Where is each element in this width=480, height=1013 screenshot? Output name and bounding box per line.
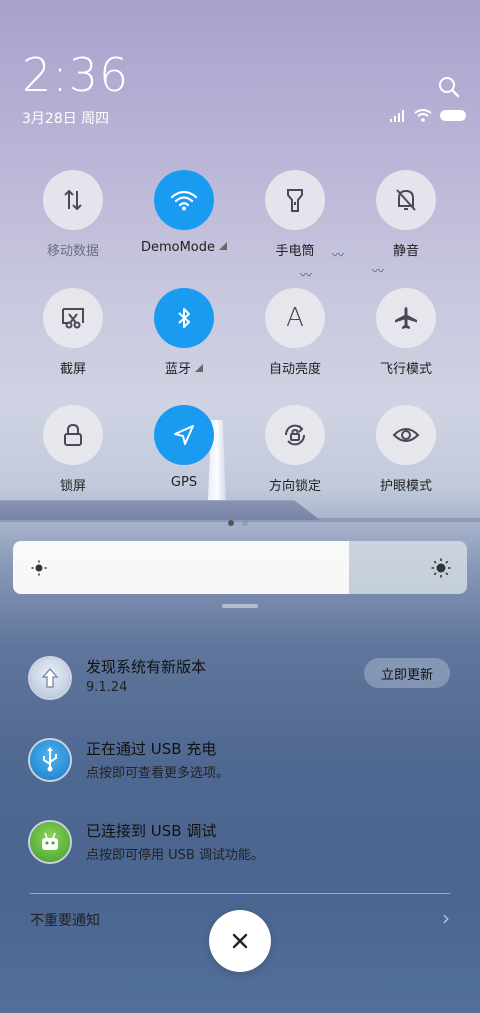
pier-scenery	[0, 500, 320, 520]
toggle-circle[interactable]	[376, 288, 436, 348]
date-text: 3月28日 周四	[22, 111, 110, 127]
toggle-circle[interactable]	[154, 405, 214, 465]
page-dot-active	[228, 520, 234, 526]
toggle-auto-brightness[interactable]: A 自动亮度	[240, 288, 350, 377]
toggle-location[interactable]: GPS	[129, 405, 239, 490]
toggle-eye[interactable]: 护眼模式	[351, 405, 461, 494]
search-icon[interactable]	[438, 76, 460, 98]
toggle-circle[interactable]	[265, 405, 325, 465]
toggle-label: 静音	[392, 244, 419, 259]
notification-subtitle: 点按即可停用 USB 调试功能。	[86, 848, 264, 863]
brightness-high-icon	[431, 541, 451, 594]
toggle-label: 蓝牙	[129, 358, 239, 377]
auto-brightness-icon: A	[286, 303, 304, 333]
toggle-label: 护眼模式	[379, 479, 432, 494]
clear-all-button[interactable]	[209, 910, 271, 972]
toggle-label: 手电筒	[275, 244, 315, 259]
expand-caret-icon[interactable]	[219, 242, 228, 250]
lock-icon	[62, 423, 84, 447]
mobile-data-icon	[62, 188, 84, 212]
toggle-label: 截屏	[59, 362, 86, 377]
divider	[30, 893, 450, 894]
notification-title: 已连接到 USB 调试	[86, 822, 217, 840]
toggle-label: DemoMode	[129, 240, 239, 255]
toggle-label: 自动亮度	[268, 362, 321, 377]
mute-bell-icon	[394, 187, 418, 213]
brightness-slider[interactable]	[13, 541, 467, 594]
android-icon	[30, 822, 70, 862]
toggle-circle[interactable]	[376, 405, 436, 465]
wifi-status-icon	[414, 109, 432, 122]
toggle-bluetooth[interactable]: 蓝牙	[129, 288, 239, 377]
signal-icon	[390, 109, 404, 122]
screenshot-icon	[60, 306, 86, 330]
toggle-circle[interactable]	[265, 170, 325, 230]
update-arrow-icon	[30, 658, 70, 698]
toggle-lock[interactable]: 锁屏	[18, 405, 128, 494]
toggle-circle[interactable]	[43, 288, 103, 348]
toggle-flashlight[interactable]: 手电筒	[240, 170, 350, 259]
brightness-fill	[13, 541, 349, 594]
notification-subtitle: 点按即可查看更多选项。	[86, 766, 230, 781]
toggle-circle[interactable]: A	[265, 288, 325, 348]
update-now-button[interactable]: 立即更新	[364, 658, 450, 688]
toggle-circle[interactable]	[154, 288, 214, 348]
wifi-icon	[170, 189, 198, 211]
toggle-label: 锁屏	[59, 479, 86, 494]
page-indicator	[228, 520, 248, 526]
bluetooth-icon	[175, 306, 193, 330]
toggle-circle[interactable]	[43, 405, 103, 465]
close-icon	[232, 933, 248, 949]
eye-icon	[392, 425, 420, 445]
toggle-circle[interactable]	[154, 170, 214, 230]
brightness-low-icon	[31, 541, 47, 594]
usb-icon	[30, 740, 70, 780]
toggle-mobile-data[interactable]: 移动数据	[18, 170, 128, 259]
toggle-circle[interactable]	[376, 170, 436, 230]
toggle-label: 方向锁定	[268, 479, 321, 494]
toggle-screenshot[interactable]: 截屏	[18, 288, 128, 377]
toggle-label: 移动数据	[46, 244, 99, 259]
battery-icon	[440, 110, 466, 121]
notification-subtitle: 9.1.24	[86, 680, 128, 695]
notification-title: 发现系统有新版本	[86, 658, 207, 676]
rotation-lock-icon	[282, 422, 308, 448]
chevron-right-icon[interactable]: ›	[442, 906, 450, 930]
bird-icon: 〰	[300, 268, 313, 282]
location-icon	[172, 423, 196, 447]
status-bar-icons	[390, 109, 466, 122]
toggle-airplane[interactable]: 飞行模式	[351, 288, 461, 377]
bird-icon: 〰	[372, 264, 385, 278]
page-dot	[242, 520, 248, 526]
toggle-label: GPS	[170, 475, 198, 490]
toggle-wifi[interactable]: DemoMode	[129, 170, 239, 255]
flashlight-icon	[285, 187, 305, 213]
drag-handle[interactable]	[222, 604, 258, 608]
toggle-circle[interactable]	[43, 170, 103, 230]
expand-caret-icon[interactable]	[195, 364, 203, 372]
unimportant-notifications-link[interactable]: 不重要通知	[30, 910, 100, 930]
toggle-rotation-lock[interactable]: 方向锁定	[240, 405, 350, 494]
toggle-label: 飞行模式	[379, 362, 432, 377]
clock-time: 2:36	[22, 48, 130, 102]
airplane-icon	[393, 305, 419, 331]
toggle-mute-bell[interactable]: 静音	[351, 170, 461, 259]
notification-title: 正在通过 USB 充电	[86, 740, 217, 758]
